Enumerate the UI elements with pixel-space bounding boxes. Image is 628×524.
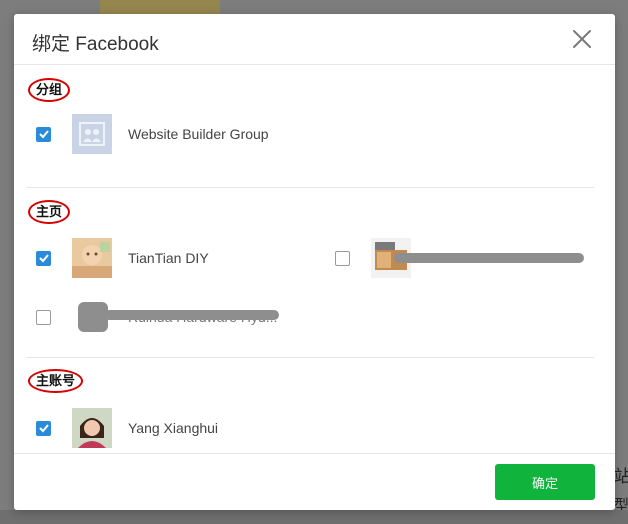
- background-image-strip: [100, 0, 220, 14]
- bind-facebook-dialog: 绑定 Facebook 分组 Website Builder Group 主页 …: [14, 14, 615, 510]
- group-name: Website Builder Group: [128, 126, 269, 142]
- group-item-website-builder[interactable]: Website Builder Group: [36, 112, 269, 156]
- account-name: Yang Xianghui: [128, 420, 219, 436]
- checkbox-unchecked[interactable]: [36, 309, 51, 325]
- checkbox-checked[interactable]: [36, 126, 51, 142]
- user-avatar: [72, 408, 112, 448]
- background-text-fragment: 站: [614, 467, 628, 486]
- close-icon[interactable]: [571, 28, 593, 50]
- section-divider: [26, 187, 594, 188]
- background-footer: [0, 510, 628, 524]
- dialog-header: 绑定 Facebook: [14, 14, 615, 65]
- section-label-pages: 主页: [28, 200, 71, 224]
- checkbox-checked[interactable]: [36, 420, 51, 436]
- group-placeholder-icon: [72, 114, 112, 154]
- account-item-yang[interactable]: Yang Xianghui: [36, 406, 218, 450]
- section-divider: [26, 357, 594, 358]
- section-label-groups: 分组: [28, 78, 71, 102]
- dialog-body: 分组 Website Builder Group 主页 TianTian DIY…: [14, 65, 615, 455]
- section-label-accounts: 主账号: [28, 369, 84, 393]
- checkbox-checked[interactable]: [36, 250, 51, 266]
- redaction-mark: [104, 310, 279, 320]
- page-avatar: [72, 238, 112, 278]
- redaction-mark: [394, 253, 584, 263]
- dialog-title: 绑定 Facebook: [32, 34, 159, 55]
- confirm-button[interactable]: 确定: [495, 464, 595, 500]
- checkbox-unchecked[interactable]: [335, 250, 350, 266]
- page-name: TianTian DIY: [128, 250, 209, 266]
- page-item-tiantian[interactable]: TianTian DIY: [36, 236, 209, 280]
- dialog-footer: 确定: [14, 453, 615, 510]
